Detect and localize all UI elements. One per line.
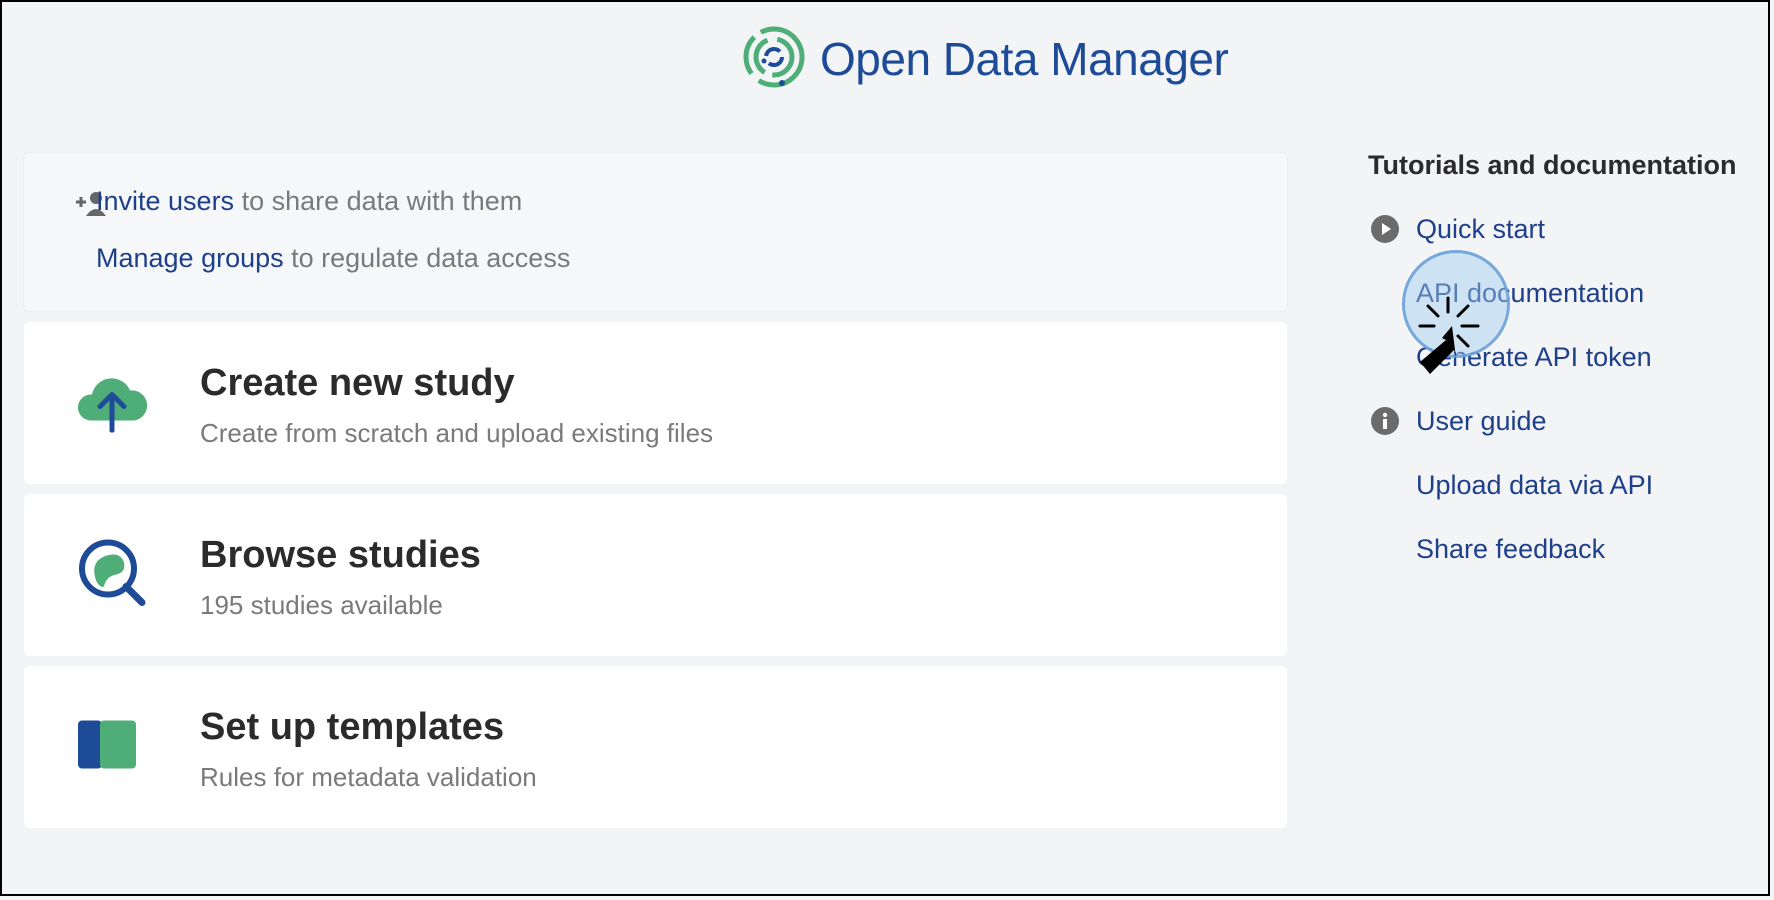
studies-count: 195 studies available <box>200 590 443 620</box>
manage-groups-link[interactable]: Manage groups <box>96 243 284 273</box>
search-study-icon <box>76 537 148 614</box>
concentric-rings-logo-icon <box>742 25 806 94</box>
invite-users-line: Invite users to share data with them <box>96 186 522 217</box>
card-title: Browse studies <box>200 534 481 576</box>
create-study-card[interactable]: Create new study Create from scratch and… <box>24 322 1287 484</box>
sidebar-item-label: User guide <box>1416 406 1547 436</box>
invite-users-link[interactable]: Invite users <box>96 186 234 216</box>
app-title: Open Data Manager <box>820 33 1229 85</box>
brand-header[interactable]: Open Data Manager <box>742 24 1229 94</box>
card-title: Create new study <box>200 362 515 404</box>
sidebar-item-label: Upload data via API <box>1416 470 1654 500</box>
user-management-card <box>24 153 1287 311</box>
browse-studies-card[interactable]: Browse studies 195 studies available <box>24 494 1287 656</box>
sidebar-item-label: Quick start <box>1416 214 1546 244</box>
info-circle-icon <box>1371 407 1399 444</box>
mouse-pointer-icon <box>1390 246 1500 401</box>
sidebar-item-user-guide[interactable]: User guide <box>1368 403 1768 467</box>
template-icon <box>76 719 140 776</box>
manage-groups-text: to regulate data access <box>283 243 571 273</box>
templates-card[interactable]: Set up templates Rules for metadata vali… <box>24 666 1287 828</box>
card-subtitle: Rules for metadata validation <box>200 762 537 792</box>
card-title: Set up templates <box>200 706 505 748</box>
sidebar-title: Tutorials and documentation <box>1368 150 1737 180</box>
sidebar-item-label: Share feedback <box>1416 534 1606 564</box>
manage-groups-line: Manage groups to regulate data access <box>96 243 570 274</box>
sidebar-item-share-feedback[interactable]: Share feedback <box>1368 531 1768 595</box>
cloud-upload-icon <box>76 369 148 438</box>
invite-users-text: to share data with them <box>234 186 523 216</box>
card-subtitle: Create from scratch and upload existing … <box>200 418 714 448</box>
sidebar-item-upload-data-via-api[interactable]: Upload data via API <box>1368 467 1768 531</box>
